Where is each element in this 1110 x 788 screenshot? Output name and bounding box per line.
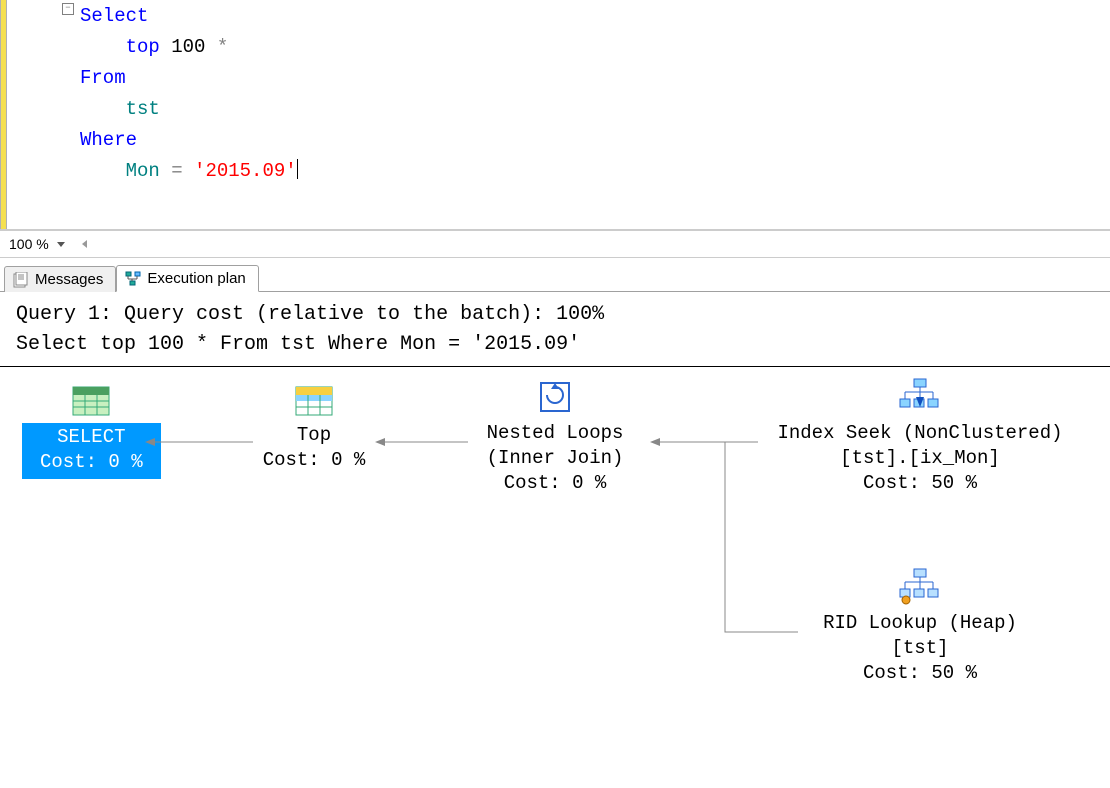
chevron-down-icon (57, 242, 65, 247)
op-rid-sub: [tst] (795, 636, 1045, 661)
index-seek-icon (898, 377, 942, 417)
op-top-label: Top (254, 423, 374, 448)
op-nested-cost: Cost: 0 % (465, 471, 645, 496)
fold-gutter: − (62, 0, 80, 229)
op-seek-sub: [tst].[ix_Mon] (755, 446, 1085, 471)
sql-editor-pane: − Select top 100 * From tst Where Mon = … (0, 0, 1110, 230)
sql-code-editor[interactable]: Select top 100 * From tst Where Mon = '2… (80, 0, 1110, 229)
execution-plan-canvas[interactable]: SELECT Cost: 0 % Top Cost: 0 % Nes (0, 367, 1110, 767)
tab-execution-plan[interactable]: Execution plan (116, 265, 258, 292)
op-rid-label: RID Lookup (Heap) (795, 611, 1045, 636)
query-header: Query 1: Query cost (relative to the bat… (0, 292, 1110, 367)
zoom-value: 100 % (9, 236, 49, 252)
literal-100: 100 (160, 36, 217, 58)
op-top[interactable]: Top Cost: 0 % (254, 383, 374, 473)
execution-plan-icon (125, 271, 141, 287)
arrow-nested-rid (650, 437, 800, 637)
rid-lookup-icon (898, 567, 942, 607)
op-index-seek[interactable]: Index Seek (NonClustered) [tst].[ix_Mon]… (755, 377, 1085, 496)
identifier-tst: tst (126, 98, 160, 120)
operator-equals: = (160, 160, 194, 182)
op-select-cost: Cost: 0 % (40, 450, 143, 475)
string-literal: '2015.09' (194, 160, 297, 182)
arrow-top-nested (375, 437, 470, 447)
top-table-icon (292, 383, 336, 419)
editor-gutter (7, 0, 62, 229)
op-seek-label: Index Seek (NonClustered) (755, 421, 1085, 446)
arrow-select-top (145, 437, 255, 447)
tab-messages-label: Messages (35, 271, 103, 288)
op-nested-loops[interactable]: Nested Loops (Inner Join) Cost: 0 % (465, 377, 645, 496)
select-table-icon (69, 383, 113, 419)
keyword-from: From (80, 67, 126, 89)
keyword-where: Where (80, 129, 137, 151)
op-select[interactable]: SELECT Cost: 0 % (22, 383, 161, 479)
op-rid-lookup[interactable]: RID Lookup (Heap) [tst] Cost: 50 % (795, 567, 1045, 686)
keyword-top: top (126, 36, 160, 58)
op-select-label: SELECT (40, 425, 143, 450)
zoom-bar: 100 % (0, 230, 1110, 258)
zoom-dropdown[interactable]: 100 % (6, 235, 68, 253)
op-top-cost: Cost: 0 % (254, 448, 374, 473)
identifier-mon: Mon (126, 160, 160, 182)
operator-star: * (217, 36, 228, 58)
execution-indicator-bar (0, 0, 7, 229)
keyword-select: Select (80, 5, 148, 27)
results-tabs: Messages Execution plan (0, 258, 1110, 292)
op-rid-cost: Cost: 50 % (795, 661, 1045, 686)
op-seek-cost: Cost: 50 % (755, 471, 1085, 496)
scroll-left-icon[interactable] (82, 240, 87, 248)
query-text-line: Select top 100 * From tst Where Mon = '2… (16, 330, 1094, 360)
op-select-box: SELECT Cost: 0 % (22, 423, 161, 479)
tab-messages[interactable]: Messages (4, 266, 116, 292)
messages-icon (13, 272, 29, 288)
fold-toggle-icon[interactable]: − (62, 3, 74, 15)
tab-execution-plan-label: Execution plan (147, 270, 245, 287)
text-caret (297, 159, 298, 179)
op-nested-label: Nested Loops (465, 421, 645, 446)
query-cost-line: Query 1: Query cost (relative to the bat… (16, 300, 1094, 330)
op-nested-sub: (Inner Join) (465, 446, 645, 471)
nested-loops-icon (535, 377, 575, 417)
